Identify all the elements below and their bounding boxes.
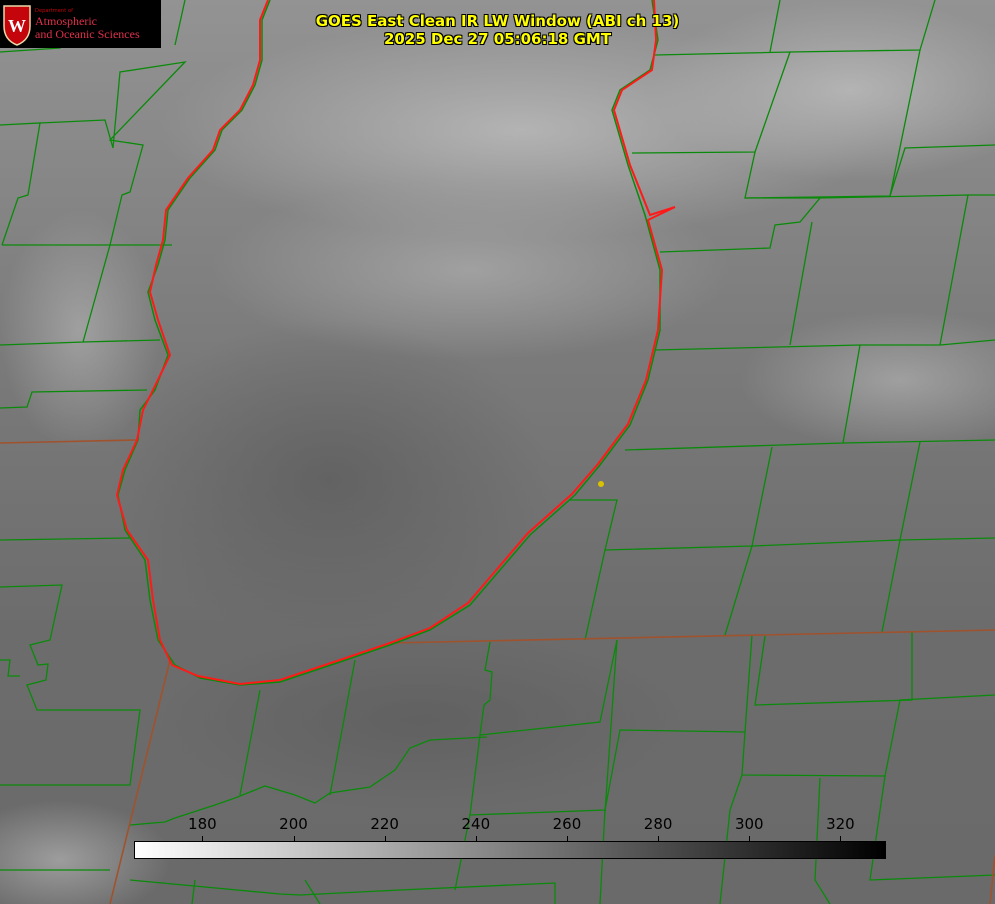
title-line-product: GOES East Clean IR LW Window (ABI ch 13) xyxy=(315,12,680,30)
title-line-timestamp: 2025 Dec 27 05:06:18 GMT xyxy=(383,30,612,48)
colorbar-tick-label: 320 xyxy=(826,815,855,833)
satellite-map: W Department of Atmospheric and Oceanic … xyxy=(0,0,995,904)
location-marker xyxy=(598,481,604,487)
dark-region xyxy=(110,320,550,640)
colorbar-tick-label: 200 xyxy=(279,815,308,833)
colorbar-tick-label: 280 xyxy=(643,815,673,833)
temperature-colorbar xyxy=(134,841,886,859)
dark-region xyxy=(160,630,680,810)
colorbar-tick-label: 300 xyxy=(734,815,764,833)
colorbar-tick-label: 240 xyxy=(461,815,491,833)
colorbar-tick-label: 180 xyxy=(188,815,217,833)
colorbar-tick-label: 220 xyxy=(370,815,399,833)
map-canvas xyxy=(0,0,995,904)
colorbar-tick-label: 260 xyxy=(552,815,582,833)
image-title: GOES East Clean IR LW Window (ABI ch 13)… xyxy=(0,12,995,48)
